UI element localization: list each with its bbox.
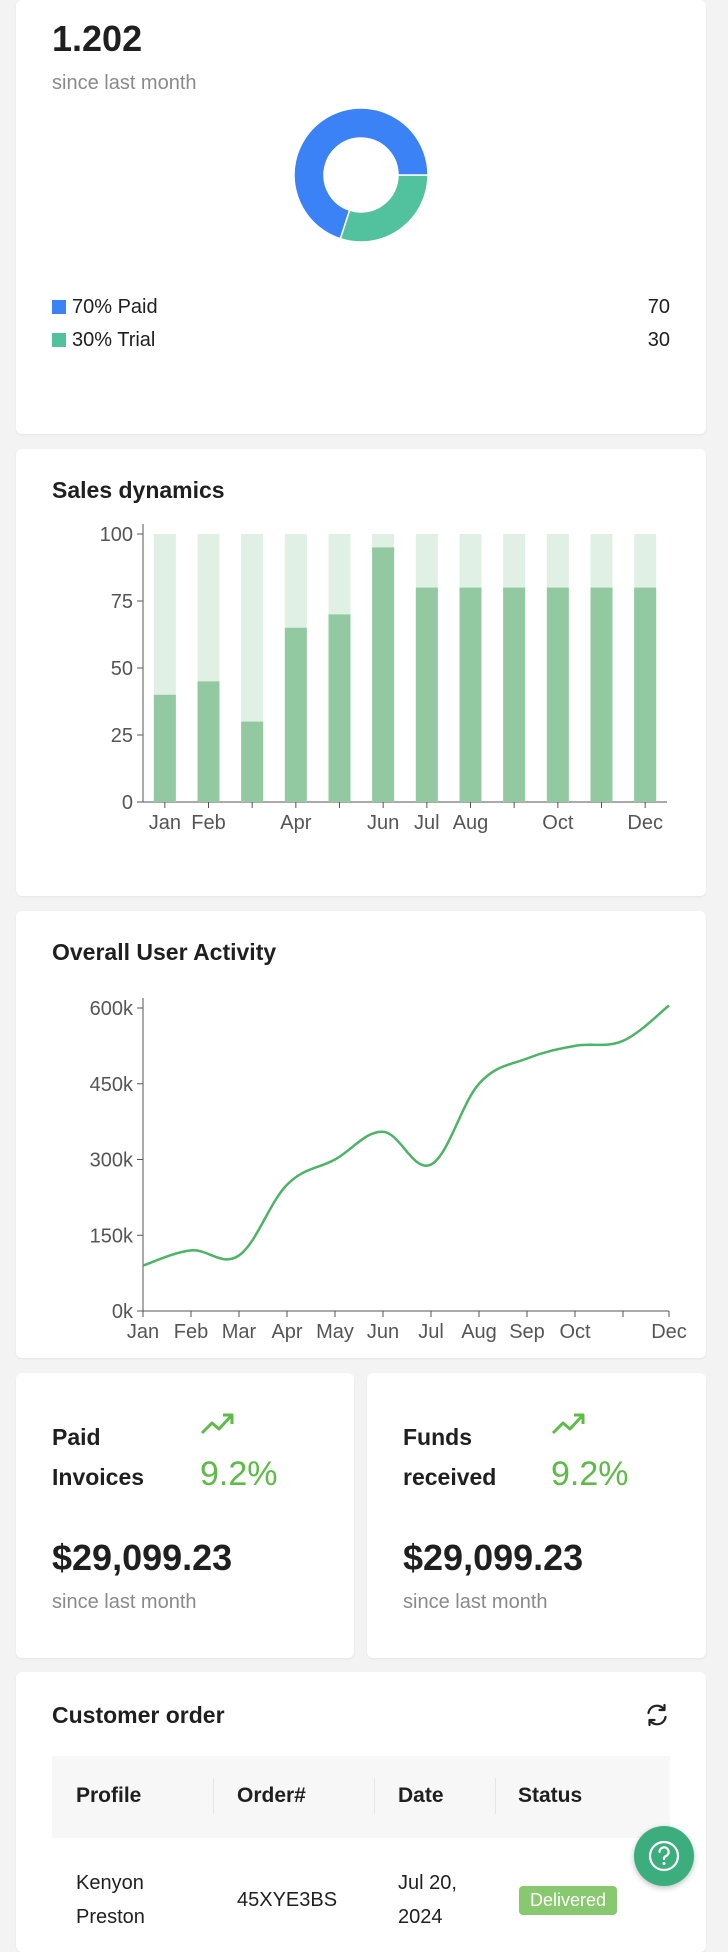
- activity-line-chart: 0k 150k 300k 450k 600k Jan Feb Mar Apr May Jun Jul A…: [90, 998, 687, 1343]
- legend-trial-swatch: [52, 333, 66, 347]
- y-tick-label: 25: [111, 725, 133, 747]
- paid-invoices-card: Paid Invoices 9.2% $29,099.23 since last…: [16, 1373, 354, 1658]
- y-tick-label: 50: [111, 658, 133, 680]
- y-tick-label: 450k: [90, 1074, 134, 1096]
- order-date-day: Jul 20,: [398, 1872, 457, 1894]
- bar-sep: [503, 587, 526, 802]
- column-header-status[interactable]: Status: [518, 1784, 582, 1808]
- sales-bar-chart: 0 25 50 75 100 Jan Feb Apr Jun Jul Aug Oct Dec: [100, 524, 667, 834]
- legend-paid: 70% Paid 70: [52, 296, 670, 322]
- order-number: 45XYE3BS: [237, 1889, 338, 1911]
- bar-aug: [459, 587, 482, 802]
- bar-mar: [241, 721, 264, 802]
- x-tick-label: Oct: [559, 1321, 591, 1343]
- y-tick-label: 100: [100, 524, 133, 546]
- stat-title: Paid Invoices: [52, 1424, 145, 1490]
- x-tick-label: Sep: [509, 1321, 545, 1343]
- stat-value: $29,099.23: [52, 1537, 233, 1578]
- activity-series-line: [142, 1004, 670, 1267]
- x-tick-label: Dec: [651, 1321, 687, 1343]
- plan-card: 1.202 since last month 70% Paid 70 30% T…: [16, 0, 706, 434]
- stat-value: $29,099.23: [403, 1537, 584, 1578]
- y-tick-label: 0: [122, 792, 133, 814]
- profile-first-name: Kenyon: [76, 1872, 144, 1894]
- donut-slice-trial: [339, 174, 429, 243]
- legend-paid-swatch: [52, 300, 66, 314]
- user-activity-card: Overall User Activity 0k 150k 300k 450k 600k…: [16, 911, 706, 1358]
- x-tick-label: Dec: [627, 812, 663, 834]
- x-tick-label: Jan: [149, 812, 181, 834]
- bar-apr: [284, 627, 307, 802]
- legend-paid-value: 70: [647, 296, 670, 318]
- x-tick-label: Aug: [453, 812, 489, 834]
- legend-trial-label: 30% Trial: [72, 329, 156, 351]
- bar-jul: [415, 587, 438, 802]
- x-tick-label: Mar: [222, 1321, 257, 1343]
- column-header-date[interactable]: Date: [398, 1784, 444, 1808]
- legend-paid-label: 70% Paid: [72, 296, 158, 318]
- x-tick-label: Jan: [127, 1321, 159, 1343]
- order-date-year: 2024: [398, 1906, 443, 1928]
- orders-title: Customer order: [52, 1702, 225, 1728]
- x-tick-label: Aug: [461, 1321, 497, 1343]
- bar-oct: [546, 587, 569, 802]
- x-tick-label: Apr: [271, 1321, 302, 1343]
- x-tick-label: Feb: [191, 812, 225, 834]
- y-tick-label: 300k: [90, 1150, 134, 1172]
- column-divider: [213, 1778, 214, 1814]
- bar-may: [328, 614, 351, 802]
- y-tick-label: 150k: [90, 1225, 134, 1247]
- column-divider: [374, 1778, 375, 1814]
- x-tick-label: Jul: [414, 812, 440, 834]
- trend-up-icon: [200, 1413, 234, 1435]
- help-button[interactable]: [634, 1826, 694, 1886]
- profile-last-name: Preston: [76, 1906, 145, 1928]
- legend-trial-value: 30: [647, 329, 670, 351]
- stat-subtitle: since last month: [403, 1591, 548, 1613]
- column-header-order[interactable]: Order#: [237, 1784, 306, 1808]
- trend-up-icon: [551, 1413, 585, 1435]
- y-tick-label: 0k: [112, 1301, 134, 1323]
- bar-nov: [590, 587, 613, 802]
- stat-subtitle: since last month: [52, 1591, 197, 1613]
- bar-jun: [372, 547, 395, 802]
- x-tick-label: Apr: [280, 812, 311, 834]
- plan-donut-chart: [293, 107, 429, 243]
- y-tick-label: 75: [111, 591, 133, 613]
- x-tick-label: May: [316, 1321, 354, 1343]
- stat-percent: 9.2%: [551, 1455, 629, 1493]
- bar-dec: [634, 587, 657, 802]
- customer-order-card: Customer order Profile Order# Date Statu…: [16, 1672, 706, 1952]
- stat-title: Funds received: [403, 1424, 497, 1490]
- y-tick-label: 600k: [90, 998, 134, 1020]
- legend-trial: 30% Trial 30: [52, 329, 670, 355]
- x-tick-label: Jun: [367, 1321, 399, 1343]
- funds-received-card: Funds received 9.2% $29,099.23 since las…: [367, 1373, 706, 1658]
- sales-dynamics-card: Sales dynamics 0 25 50 75 100 Jan Feb Apr Jun Jul…: [16, 449, 706, 896]
- x-tick-label: Jul: [418, 1321, 444, 1343]
- bar-feb: [197, 681, 220, 802]
- x-tick-label: Oct: [542, 812, 574, 834]
- table-header: Profile Order# Date Status: [52, 1756, 670, 1838]
- column-header-profile[interactable]: Profile: [76, 1784, 141, 1808]
- bar-jan: [153, 694, 176, 802]
- status-badge: Delivered: [519, 1886, 618, 1915]
- help-icon: [648, 1840, 680, 1872]
- x-tick-label: Jun: [367, 812, 399, 834]
- refresh-icon[interactable]: [644, 1702, 670, 1728]
- stat-percent: 9.2%: [200, 1455, 278, 1493]
- column-divider: [495, 1778, 496, 1814]
- x-tick-label: Feb: [174, 1321, 208, 1343]
